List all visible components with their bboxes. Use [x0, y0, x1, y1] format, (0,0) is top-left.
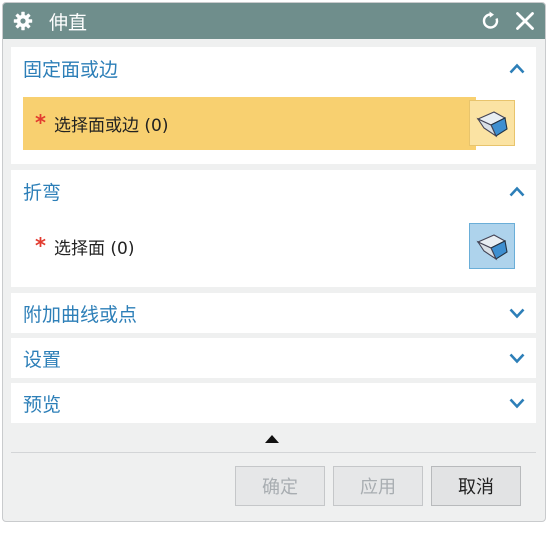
gear-icon[interactable] — [13, 11, 33, 31]
section-title: 附加曲线或点 — [23, 303, 138, 326]
face-picker-button[interactable] — [469, 223, 515, 269]
chevron-down-icon[interactable] — [508, 351, 526, 365]
chevron-down-icon[interactable] — [508, 306, 526, 320]
chevron-up-icon[interactable] — [508, 61, 526, 75]
ok-button[interactable]: 确定 — [235, 466, 325, 506]
required-mark: * — [35, 234, 46, 258]
section-title: 固定面或边 — [23, 58, 119, 81]
face-select-icon — [476, 234, 508, 261]
section-header-preview[interactable]: 预览 — [11, 383, 536, 423]
section-header-bend[interactable]: 折弯 — [11, 170, 536, 212]
required-mark: * — [35, 111, 46, 135]
select-face-or-edge-row[interactable]: * 选择面或边 (0) — [23, 97, 476, 150]
close-icon[interactable] — [513, 9, 537, 33]
section-bend: 折弯 * 选择面 (0) — [11, 170, 536, 287]
collapse-options-icon[interactable] — [265, 435, 279, 443]
section-fixed-face: 固定面或边 * 选择面或边 (0) — [11, 47, 536, 164]
face-edge-picker-button[interactable] — [469, 100, 515, 146]
select-face-or-edge-label: 选择面或边 (0) — [53, 116, 169, 136]
section-header-fixed-face[interactable]: 固定面或边 — [11, 47, 536, 89]
select-face-row[interactable]: * 选择面 (0) — [35, 220, 134, 273]
section-title: 设置 — [23, 348, 62, 371]
apply-button[interactable]: 应用 — [333, 466, 423, 506]
select-face-label: 选择面 (0) — [53, 239, 135, 259]
face-select-icon — [476, 111, 508, 138]
section-title: 预览 — [23, 393, 62, 416]
divider — [11, 452, 536, 453]
cancel-button[interactable]: 取消 — [431, 466, 521, 506]
straighten-dialog: 伸直 固定面或边 * 选择面或边 (0) 折弯 * 选择面 (0) 附加曲线或点… — [2, 2, 546, 522]
section-settings: 设置 — [11, 338, 536, 378]
section-title: 折弯 — [23, 181, 62, 204]
chevron-up-icon[interactable] — [508, 184, 526, 198]
section-preview: 预览 — [11, 383, 536, 423]
title-bar: 伸直 — [3, 3, 545, 39]
section-extra-curves: 附加曲线或点 — [11, 293, 536, 333]
chevron-down-icon[interactable] — [508, 396, 526, 410]
dialog-title: 伸直 — [49, 11, 88, 34]
section-header-extra-curves[interactable]: 附加曲线或点 — [11, 293, 536, 333]
reset-icon[interactable] — [479, 9, 503, 33]
section-header-settings[interactable]: 设置 — [11, 338, 536, 378]
